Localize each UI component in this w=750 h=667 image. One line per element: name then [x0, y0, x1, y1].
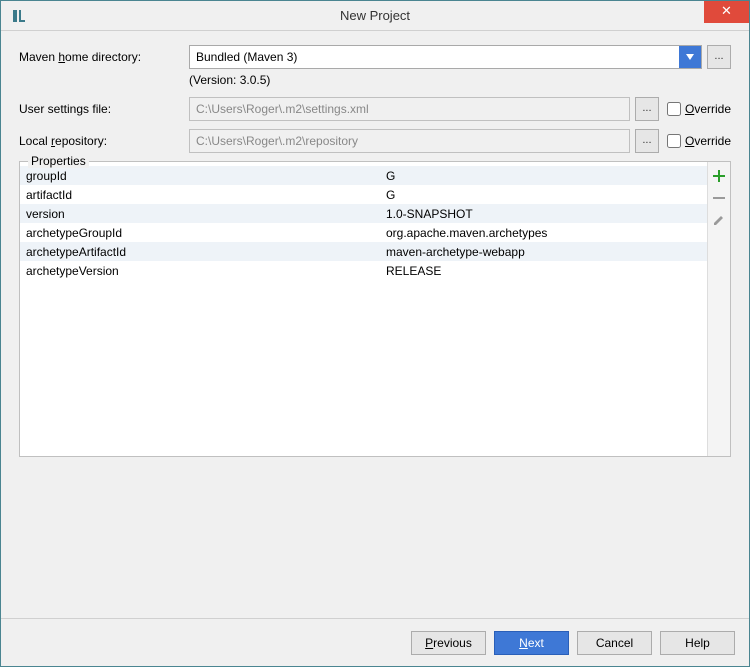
table-row[interactable]: archetypeArtifactIdmaven-archetype-webap…	[20, 242, 707, 261]
close-button[interactable]: ✕	[704, 1, 749, 23]
properties-tools	[708, 162, 730, 456]
add-icon[interactable]	[711, 168, 727, 184]
table-row[interactable]: version1.0-SNAPSHOT	[20, 204, 707, 223]
override-checkbox-1[interactable]	[667, 102, 681, 116]
property-key: archetypeArtifactId	[20, 245, 380, 259]
help-button[interactable]: Help	[660, 631, 735, 655]
local-repo-override-checkbox[interactable]: Override	[667, 134, 731, 148]
next-button[interactable]: Next	[494, 631, 569, 655]
button-bar: Previous Next Cancel Help	[1, 618, 749, 666]
property-key: archetypeGroupId	[20, 226, 380, 240]
local-repo-label: Local repository:	[19, 134, 189, 148]
maven-home-value: Bundled (Maven 3)	[190, 50, 679, 64]
window-title: New Project	[340, 8, 410, 23]
remove-icon[interactable]	[711, 190, 727, 206]
property-value: G	[380, 169, 707, 183]
user-settings-override-checkbox[interactable]: Override	[667, 102, 731, 116]
app-icon	[7, 4, 31, 28]
property-value: 1.0-SNAPSHOT	[380, 207, 707, 221]
local-repo-browse-button[interactable]: ...	[635, 129, 659, 153]
override-checkbox-2[interactable]	[667, 134, 681, 148]
user-settings-browse-button[interactable]: ...	[635, 97, 659, 121]
dropdown-arrow-icon[interactable]	[679, 46, 701, 68]
table-row[interactable]: archetypeGroupIdorg.apache.maven.archety…	[20, 223, 707, 242]
cancel-button[interactable]: Cancel	[577, 631, 652, 655]
edit-icon[interactable]	[711, 212, 727, 228]
property-value: org.apache.maven.archetypes	[380, 226, 707, 240]
user-settings-label: User settings file:	[19, 102, 189, 116]
table-row[interactable]: groupIdG	[20, 166, 707, 185]
previous-button[interactable]: Previous	[411, 631, 486, 655]
user-settings-input: C:\Users\Roger\.m2\settings.xml	[189, 97, 630, 121]
table-row[interactable]: artifactIdG	[20, 185, 707, 204]
maven-home-label: Maven home directory:	[19, 50, 189, 64]
new-project-dialog: New Project ✕ Maven home directory: Bund…	[0, 0, 750, 667]
property-value: RELEASE	[380, 264, 707, 278]
table-row[interactable]: archetypeVersionRELEASE	[20, 261, 707, 280]
maven-home-combo[interactable]: Bundled (Maven 3)	[189, 45, 702, 69]
property-value: maven-archetype-webapp	[380, 245, 707, 259]
maven-home-browse-button[interactable]: ...	[707, 45, 731, 69]
properties-fieldset: Properties groupIdGartifactIdGversion1.0…	[19, 161, 731, 457]
property-value: G	[380, 188, 707, 202]
property-key: groupId	[20, 169, 380, 183]
local-repo-input: C:\Users\Roger\.m2\repository	[189, 129, 630, 153]
titlebar: New Project ✕	[1, 1, 749, 31]
maven-version-note: (Version: 3.0.5)	[189, 73, 731, 87]
dialog-content: Maven home directory: Bundled (Maven 3) …	[1, 31, 749, 457]
property-key: version	[20, 207, 380, 221]
property-key: artifactId	[20, 188, 380, 202]
properties-legend: Properties	[28, 154, 89, 168]
properties-table[interactable]: groupIdGartifactIdGversion1.0-SNAPSHOTar…	[20, 162, 708, 456]
property-key: archetypeVersion	[20, 264, 380, 278]
